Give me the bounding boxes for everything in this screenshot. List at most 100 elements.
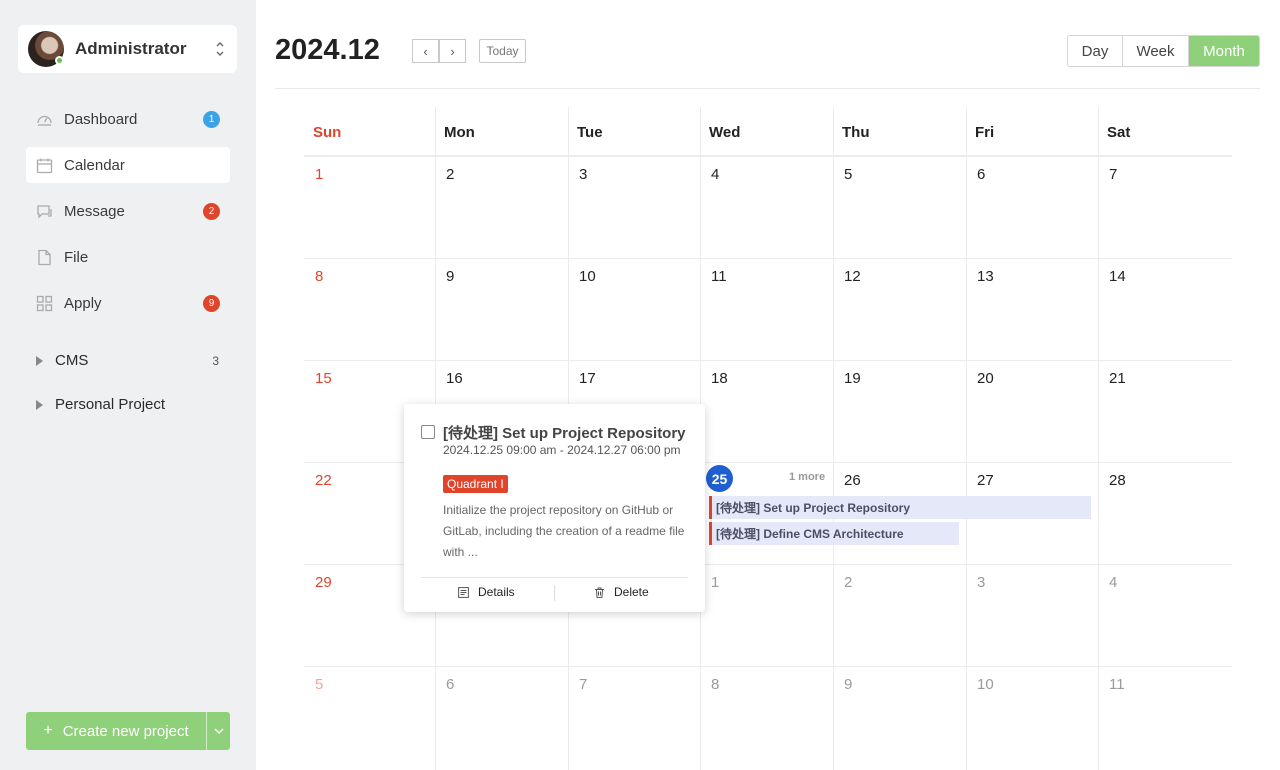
today-button[interactable]: Today [479, 39, 526, 63]
day-cell[interactable]: 10 [568, 258, 700, 360]
user-name: Administrator [75, 39, 187, 58]
create-project-label: Create new project [62, 722, 189, 740]
sidebar-item-apply[interactable]: Apply 9 [26, 285, 230, 321]
day-cell[interactable]: 9 [833, 666, 966, 768]
day-number: 9 [844, 676, 853, 693]
day-cell[interactable]: 3 [568, 156, 700, 258]
sidebar-item-label: Calendar [64, 156, 125, 174]
day-number: 5 [315, 676, 324, 693]
day-cell[interactable]: 4 [700, 156, 833, 258]
day-cell[interactable]: 13 [966, 258, 1098, 360]
day-cell[interactable]: 19 [833, 360, 966, 462]
day-cell[interactable]: 20 [966, 360, 1098, 462]
day-cell[interactable]: 2 [435, 156, 568, 258]
prev-month-button[interactable]: ‹ [412, 39, 439, 63]
day-number: 8 [711, 676, 720, 693]
day-cell[interactable]: 11 [700, 258, 833, 360]
day-number: 1 [711, 574, 720, 591]
day-number: 8 [315, 268, 324, 285]
day-number: 7 [1109, 166, 1118, 183]
day-cell[interactable]: 6 [435, 666, 568, 768]
delete-button[interactable]: Delete [594, 585, 649, 599]
day-cell[interactable]: 1 [700, 564, 833, 666]
weekday-header: Fri [966, 107, 1098, 156]
create-project-button[interactable]: + Create new project [26, 712, 230, 750]
weekday-header: Thu [833, 107, 966, 156]
sidebar-item-message[interactable]: Message 2 [26, 193, 230, 229]
details-button[interactable]: Details [458, 585, 515, 599]
day-number: 29 [315, 574, 332, 591]
day-number: 4 [1109, 574, 1118, 591]
day-cell[interactable]: 8 [304, 258, 435, 360]
day-cell[interactable]: 12 [833, 258, 966, 360]
user-switcher[interactable]: Administrator [18, 25, 237, 73]
day-number: 3 [977, 574, 986, 591]
day-number: 4 [711, 166, 720, 183]
sidebar-item-dashboard[interactable]: Dashboard 1 [26, 101, 230, 137]
trash-icon [595, 587, 604, 598]
day-cell[interactable]: 5 [304, 666, 435, 768]
grid-icon [36, 295, 53, 311]
create-project-dropdown[interactable] [206, 712, 230, 750]
view-month-button[interactable]: Month [1189, 36, 1259, 66]
next-month-button[interactable]: › [439, 39, 466, 63]
file-icon [38, 249, 51, 265]
day-cell[interactable]: 10 [966, 666, 1098, 768]
sidebar-item-label: Apply [64, 294, 102, 312]
day-cell[interactable]: 21 [1098, 360, 1232, 462]
day-number: 26 [844, 472, 861, 489]
day-cell[interactable]: 3 [966, 564, 1098, 666]
day-cell[interactable]: 9 [435, 258, 568, 360]
day-cell[interactable]: 2 [833, 564, 966, 666]
avatar [28, 31, 64, 67]
weekday-header: Tue [568, 107, 700, 156]
day-number: 20 [977, 370, 994, 387]
project-group-personal[interactable]: Personal Project [36, 396, 226, 413]
day-number: 6 [446, 676, 455, 693]
create-project-main[interactable]: + Create new project [26, 712, 206, 750]
notification-badge: 9 [203, 295, 220, 312]
day-number: 11 [1109, 676, 1125, 693]
header-divider [275, 88, 1260, 89]
group-label: CMS [55, 352, 89, 369]
day-cell[interactable]: 8 [700, 666, 833, 768]
day-number: 1 [315, 166, 324, 183]
plus-icon: + [43, 722, 53, 739]
day-cell[interactable]: 1 [304, 156, 435, 258]
event-bar[interactable]: [待处理] Define CMS Architecture [709, 522, 959, 545]
message-icon [37, 204, 52, 219]
day-cell[interactable]: 7 [1098, 156, 1232, 258]
event-popover: [待处理] Set up Project Repository 2024.12.… [404, 404, 705, 612]
event-bar[interactable]: [待处理] Set up Project Repository [709, 496, 1091, 519]
weekday-header: Sun [304, 107, 435, 156]
day-cell[interactable]: 7 [568, 666, 700, 768]
day-number: 9 [446, 268, 455, 285]
more-events-link[interactable]: 1 more [789, 471, 825, 483]
sidebar: Administrator Dashboard 1 Calendar Messa… [0, 0, 256, 770]
sidebar-item-file[interactable]: File [26, 239, 230, 275]
day-number: 5 [844, 166, 853, 183]
day-cell[interactable]: 18 [700, 360, 833, 462]
day-cell[interactable]: 11 [1098, 666, 1232, 768]
priority-tag: Quadrant I [443, 475, 508, 493]
day-number: 17 [579, 370, 596, 387]
view-week-button[interactable]: Week [1123, 36, 1189, 66]
event-description: Initialize the project repository on Git… [443, 503, 685, 559]
sidebar-item-label: Dashboard [64, 110, 138, 128]
group-count: 3 [212, 353, 219, 368]
sidebar-item-label: File [64, 248, 89, 266]
day-cell[interactable]: 14 [1098, 258, 1232, 360]
day-cell[interactable]: 6 [966, 156, 1098, 258]
details-icon [458, 586, 469, 598]
day-cell[interactable]: 28 [1098, 462, 1232, 564]
project-group-cms[interactable]: CMS 3 [36, 352, 226, 369]
details-label: Details [478, 585, 515, 599]
day-cell[interactable]: 4 [1098, 564, 1232, 666]
day-number: 18 [711, 370, 728, 387]
chevron-down-icon [214, 728, 223, 734]
sidebar-item-calendar[interactable]: Calendar [26, 147, 230, 183]
event-complete-checkbox[interactable] [421, 425, 435, 439]
view-day-button[interactable]: Day [1068, 36, 1123, 66]
day-number: 14 [1109, 268, 1126, 285]
day-cell[interactable]: 5 [833, 156, 966, 258]
